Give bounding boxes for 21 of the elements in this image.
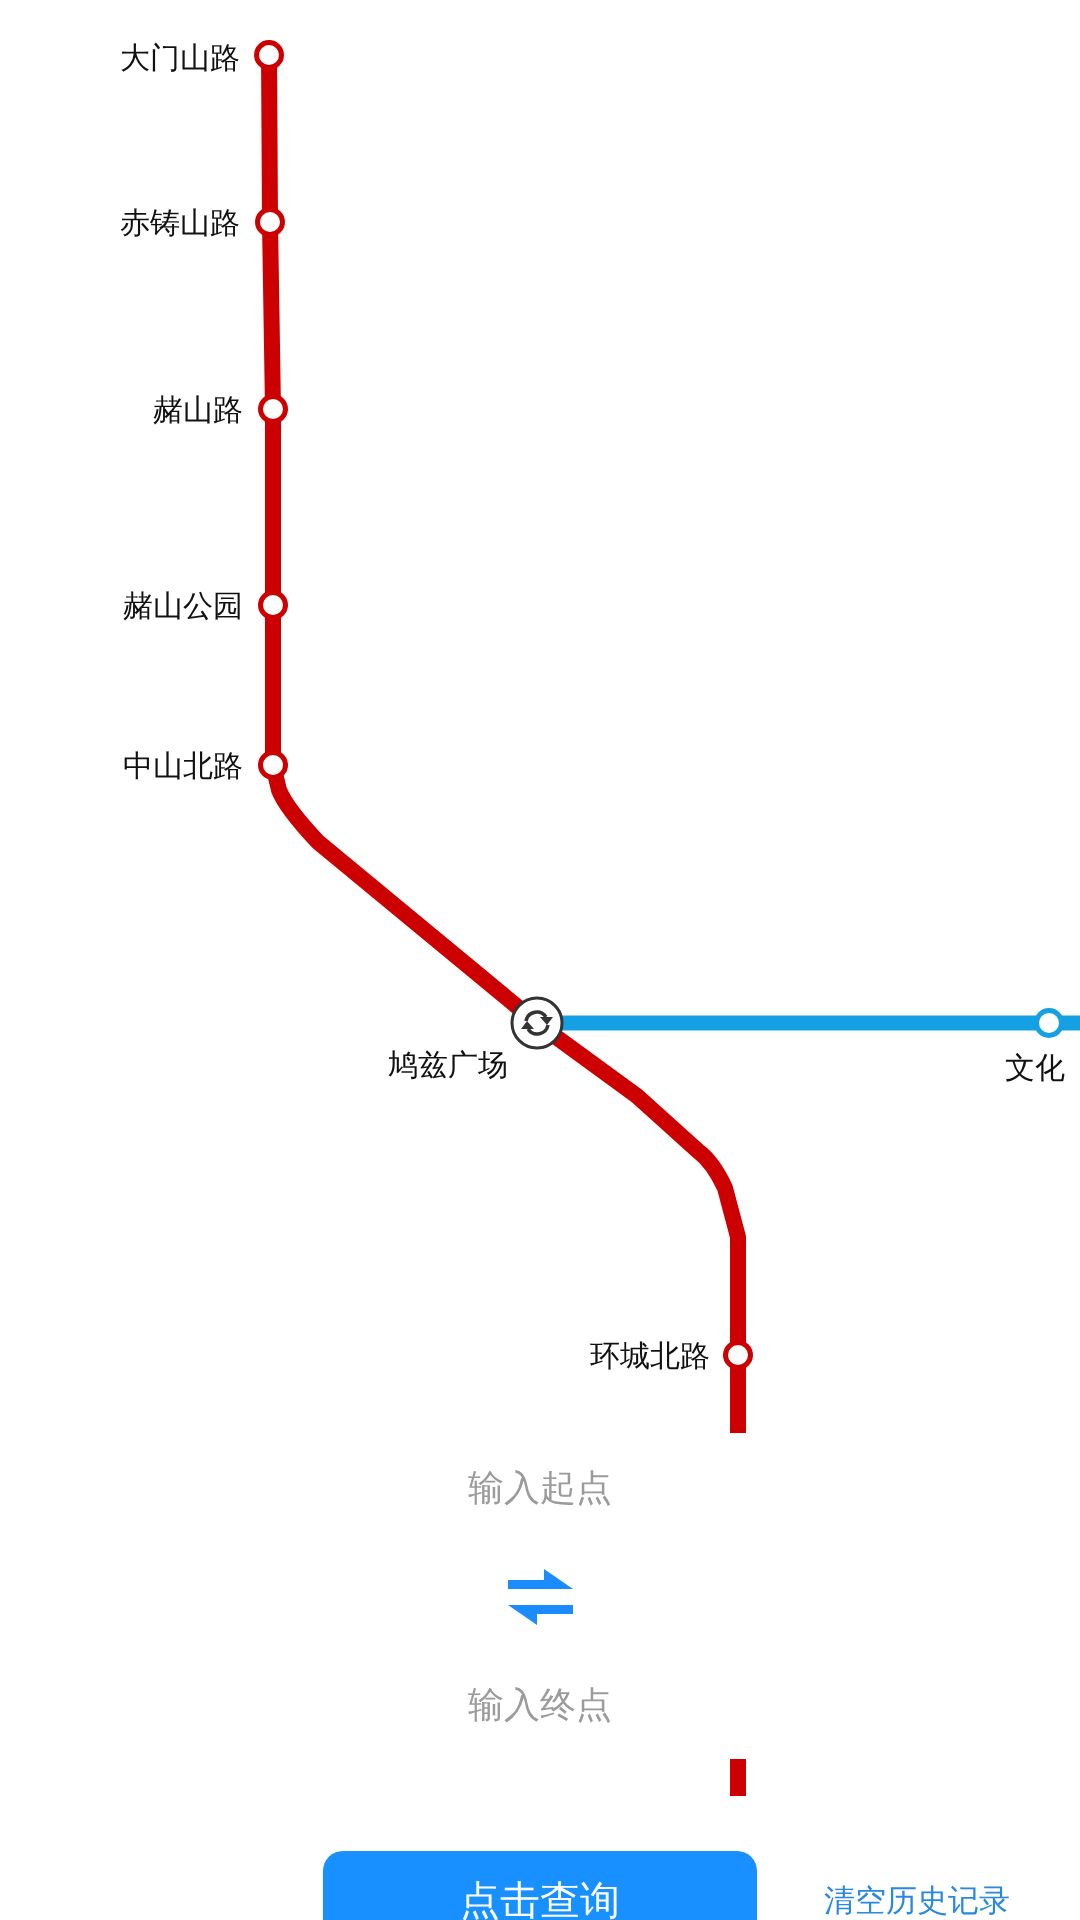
station-marker bbox=[1034, 1008, 1064, 1038]
swap-icon[interactable] bbox=[507, 1569, 573, 1625]
station-label: 鸠兹广场 bbox=[388, 1047, 508, 1083]
start-input[interactable]: 输入起点 bbox=[330, 1452, 750, 1522]
station-marker bbox=[254, 40, 284, 70]
station-label: 赭山路 bbox=[153, 392, 243, 428]
station-marker bbox=[258, 590, 288, 620]
end-input[interactable]: 输入终点 bbox=[330, 1669, 750, 1739]
station-marker bbox=[258, 750, 288, 780]
station-label: 文化 bbox=[1005, 1050, 1065, 1086]
station-marker bbox=[258, 394, 288, 424]
circular-arrows-icon bbox=[510, 996, 564, 1050]
station-label: 大门山路 bbox=[120, 40, 240, 76]
station-label: 赭山公园 bbox=[123, 588, 243, 624]
station-label: 中山北路 bbox=[123, 748, 243, 784]
station-marker bbox=[255, 207, 285, 237]
station-label: 环城北路 bbox=[590, 1338, 710, 1374]
station-marker bbox=[723, 1340, 753, 1370]
station-label: 赤铸山路 bbox=[120, 205, 240, 241]
query-button[interactable]: 点击查询 bbox=[323, 1851, 757, 1920]
clear-history-link[interactable]: 清空历史记录 bbox=[824, 1882, 1010, 1918]
